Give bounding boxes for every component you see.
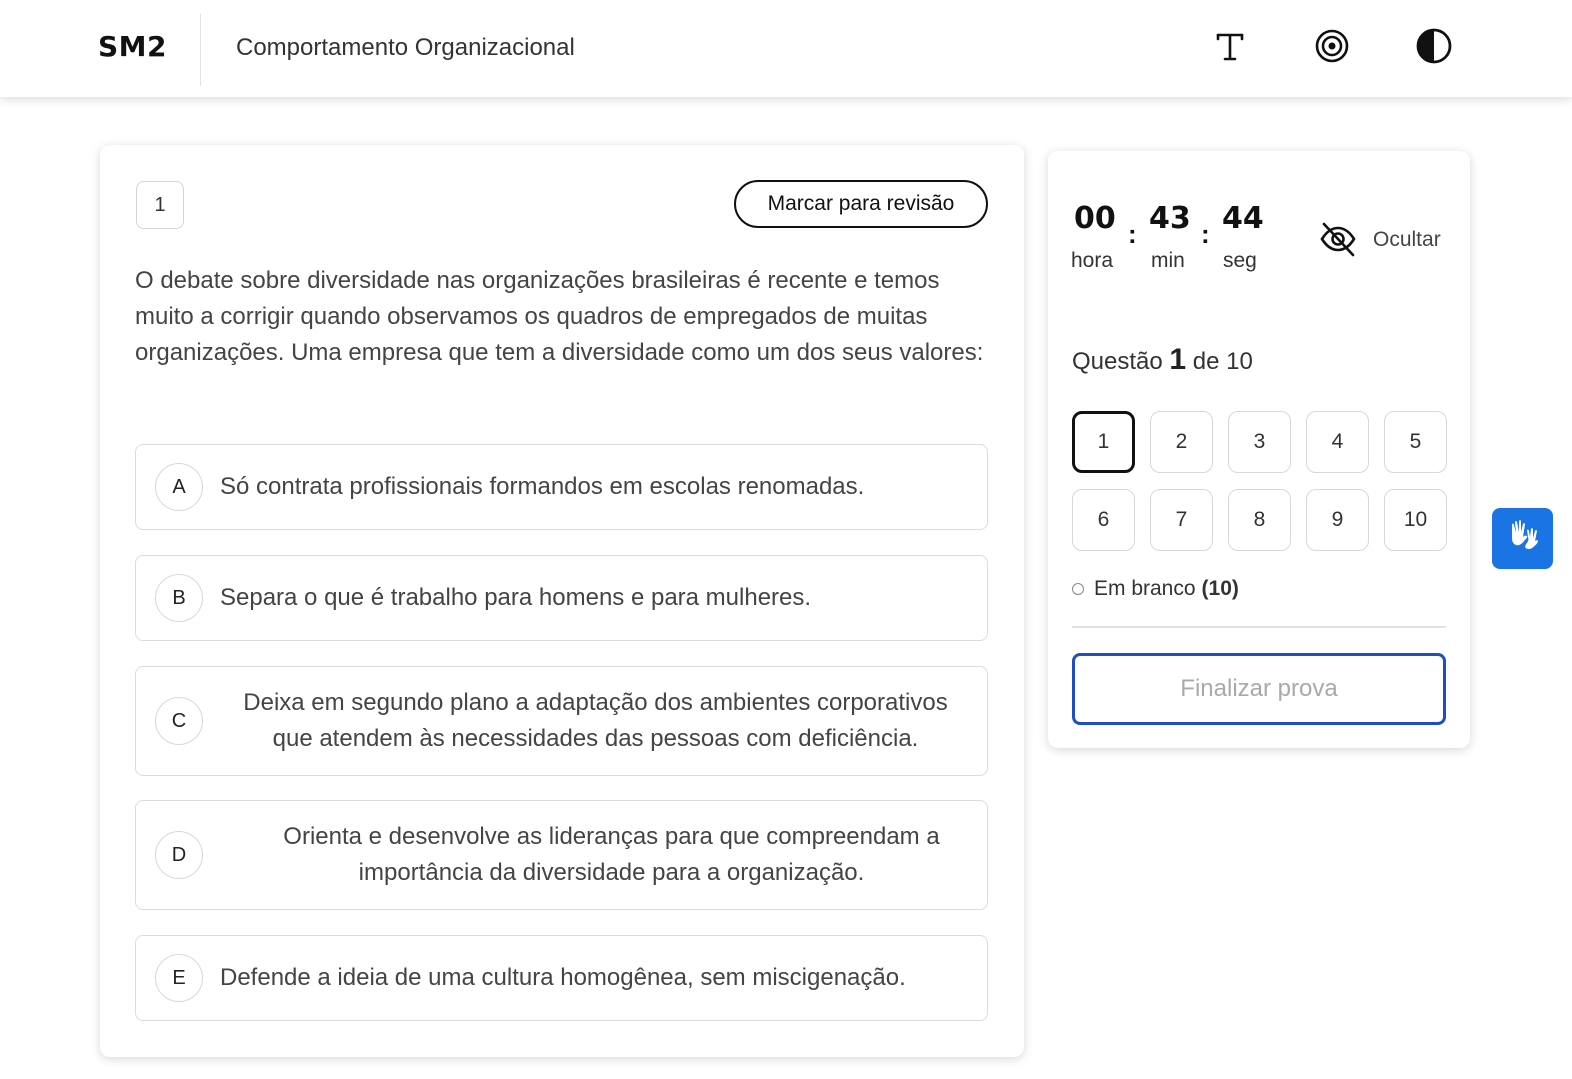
question-nav-button-6[interactable]: 6: [1072, 489, 1135, 551]
sign-language-button[interactable]: [1492, 508, 1553, 569]
question-text: O debate sobre diversidade nas organizaç…: [135, 267, 984, 366]
timer-minutes: 43: [1149, 201, 1191, 236]
hide-timer-label: Ocultar: [1373, 228, 1441, 251]
question-nav-button-7[interactable]: 7: [1150, 489, 1213, 551]
question-nav-button-4[interactable]: 4: [1306, 411, 1369, 473]
question-nav-button-1[interactable]: 1: [1072, 411, 1135, 473]
question-nav-button-10[interactable]: 10: [1384, 489, 1447, 551]
option-c[interactable]: C Deixa em segundo plano a adaptação dos…: [135, 666, 988, 776]
progress-prefix: Questão: [1072, 348, 1163, 375]
question-nav-button-3[interactable]: 3: [1228, 411, 1291, 473]
progress-suffix: de 10: [1192, 348, 1253, 375]
option-d[interactable]: D Orienta e desenvolve as lideranças par…: [135, 800, 988, 910]
option-letter: A: [155, 463, 203, 511]
side-divider: [1072, 626, 1446, 628]
option-a[interactable]: A Só contrata profissionais formandos em…: [135, 444, 988, 530]
question-nav-button-9[interactable]: 9: [1306, 489, 1369, 551]
option-letter: D: [155, 831, 203, 879]
timer-seconds-label: seg: [1223, 249, 1257, 272]
timer-seconds: 44: [1222, 201, 1264, 236]
question-progress: Questão 1 de 10: [1072, 343, 1253, 377]
progress-current: 1: [1169, 343, 1187, 376]
question-number: 1: [136, 181, 184, 229]
timer-minutes-label: min: [1151, 249, 1185, 272]
timer-hours-label: hora: [1071, 249, 1114, 272]
text-size-icon[interactable]: [1210, 26, 1250, 66]
mark-for-review-button[interactable]: Marcar para revisão: [734, 180, 988, 228]
question-nav-button-5[interactable]: 5: [1384, 411, 1447, 473]
blank-label: Em branco: [1094, 577, 1196, 600]
contrast-icon[interactable]: [1414, 26, 1454, 66]
option-text: Orienta e desenvolve as lideranças para …: [283, 823, 940, 886]
timer-separator: :: [1201, 219, 1210, 249]
sign-language-hands-icon: [1503, 516, 1543, 561]
option-e[interactable]: E Defende a ideia de uma cultura homogên…: [135, 935, 988, 1021]
timer-hours: 00: [1074, 201, 1116, 236]
question-nav-button-2[interactable]: 2: [1150, 411, 1213, 473]
blank-legend: Em branco (10): [1072, 575, 1239, 603]
hide-timer-button[interactable]: Ocultar: [1318, 219, 1458, 259]
option-letter: C: [155, 697, 203, 745]
blank-dot-icon: [1072, 583, 1084, 595]
top-header: SM2 Comportamento Organizacional: [0, 0, 1572, 97]
eye-off-icon: [1318, 219, 1358, 264]
focus-target-icon[interactable]: [1312, 26, 1352, 66]
finish-exam-button[interactable]: Finalizar prova: [1072, 653, 1446, 725]
blank-count: (10): [1201, 577, 1239, 600]
exam-side-panel: 00 : 43 : 44 hora min seg Ocultar Questã…: [1048, 151, 1470, 748]
option-text: Separa o que é trabalho para homens e pa…: [220, 584, 812, 611]
app-logo: SM2: [98, 30, 168, 63]
question-card: 1 Marcar para revisão O debate sobre div…: [100, 145, 1024, 1057]
option-text: Defende a ideia de uma cultura homogênea…: [220, 964, 906, 991]
option-letter: E: [155, 954, 203, 1002]
timer-separator: :: [1128, 219, 1137, 249]
question-nav-button-8[interactable]: 8: [1228, 489, 1291, 551]
option-letter: B: [155, 574, 203, 622]
option-text: Deixa em segundo plano a adaptação dos a…: [243, 689, 948, 752]
option-b[interactable]: B Separa o que é trabalho para homens e …: [135, 555, 988, 641]
course-title: Comportamento Organizacional: [236, 34, 575, 61]
header-divider: [200, 14, 201, 86]
option-text: Só contrata profissionais formandos em e…: [220, 473, 865, 500]
